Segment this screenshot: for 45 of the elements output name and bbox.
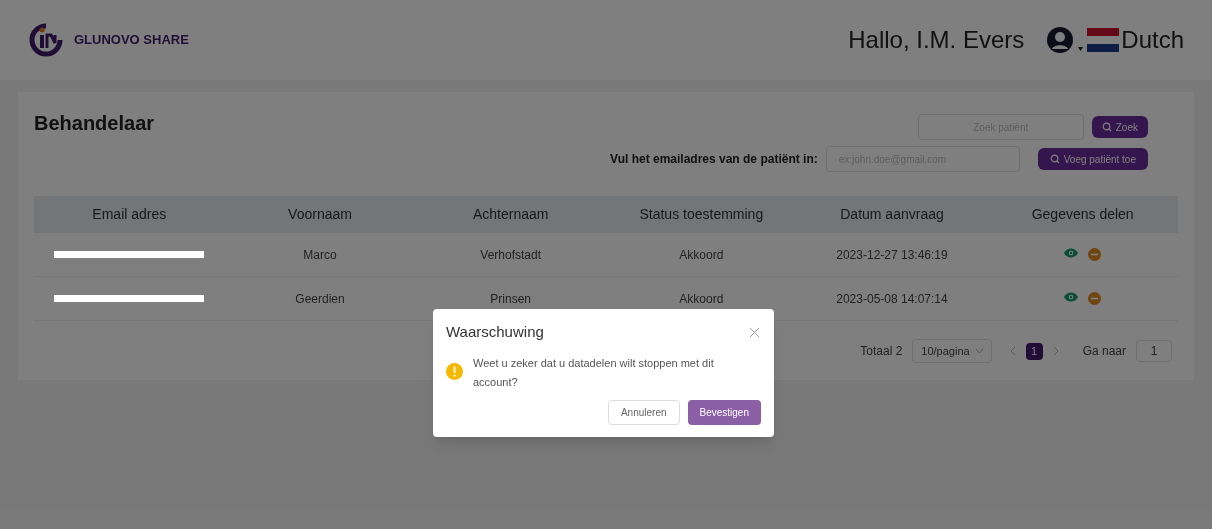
search-icon: [1101, 122, 1112, 132]
warning-icon: [446, 362, 463, 380]
total-count: Totaal 2: [860, 343, 903, 360]
column-header: Email adres: [91, 205, 168, 224]
page-title: Behandelaar: [34, 111, 155, 136]
table-cell-text: 2023-05-08 14:07:14: [835, 290, 949, 308]
eye-icon[interactable]: [1064, 248, 1079, 258]
table-cell-text: Geerdien: [294, 290, 346, 308]
stop-icon[interactable]: [1088, 248, 1102, 261]
table-cell-text: Verhofstadt: [479, 246, 542, 264]
chevron-down-icon: [975, 349, 983, 353]
column-header: Gegevens delen: [1030, 205, 1135, 224]
column-header: Status toestemming: [638, 205, 765, 224]
table-cell-text: Marco: [302, 246, 338, 264]
stop-icon[interactable]: [1088, 292, 1102, 305]
search-button[interactable]: Zoek: [1091, 116, 1148, 138]
logo-icon: [28, 22, 64, 58]
column-header: Voornaam: [287, 205, 353, 224]
page-number[interactable]: 1: [1025, 342, 1043, 360]
cancel-button[interactable]: Annuleren: [607, 399, 680, 425]
dialog-title: Waarschuwing: [446, 322, 544, 342]
table-cell-text: 2023-12-27 13:46:19: [835, 246, 949, 264]
dialog-message: Weet u zeker dat u datadelen wilt stoppen met dit account?: [473, 355, 715, 390]
table-cell-text: Prinsen: [489, 290, 532, 308]
brand-name: GLUNOVO SHARE: [74, 31, 189, 50]
column-header: Achternaam: [471, 205, 550, 224]
add-patient-button[interactable]: Voeg patiënt toe: [1037, 148, 1148, 170]
goto-field[interactable]: 1: [1136, 340, 1172, 362]
flag-icon: [1087, 28, 1120, 52]
column-header: Datum aanvraag: [839, 205, 945, 224]
table-cell-text: Akkoord: [678, 246, 725, 264]
goto-label: Ga naar: [1082, 343, 1126, 360]
user-icon[interactable]: [1046, 26, 1075, 54]
search-icon: [1049, 154, 1060, 164]
eye-icon[interactable]: [1064, 292, 1079, 302]
table-cell-text: Akkoord: [678, 290, 725, 308]
caret-icon[interactable]: [1078, 47, 1084, 51]
confirm-button[interactable]: Bevestigen: [687, 399, 761, 425]
email-label: Vul het emailadres van de patiënt in:: [610, 151, 818, 168]
greeting: Hallo, I.M. Evers: [848, 25, 1025, 55]
page-size-select[interactable]: 10/pagina: [912, 339, 992, 363]
next-page-icon[interactable]: [1052, 346, 1059, 356]
previous-page-icon[interactable]: [1009, 346, 1016, 356]
close-icon[interactable]: [750, 327, 759, 337]
language-link[interactable]: Dutch: [1121, 22, 1184, 58]
